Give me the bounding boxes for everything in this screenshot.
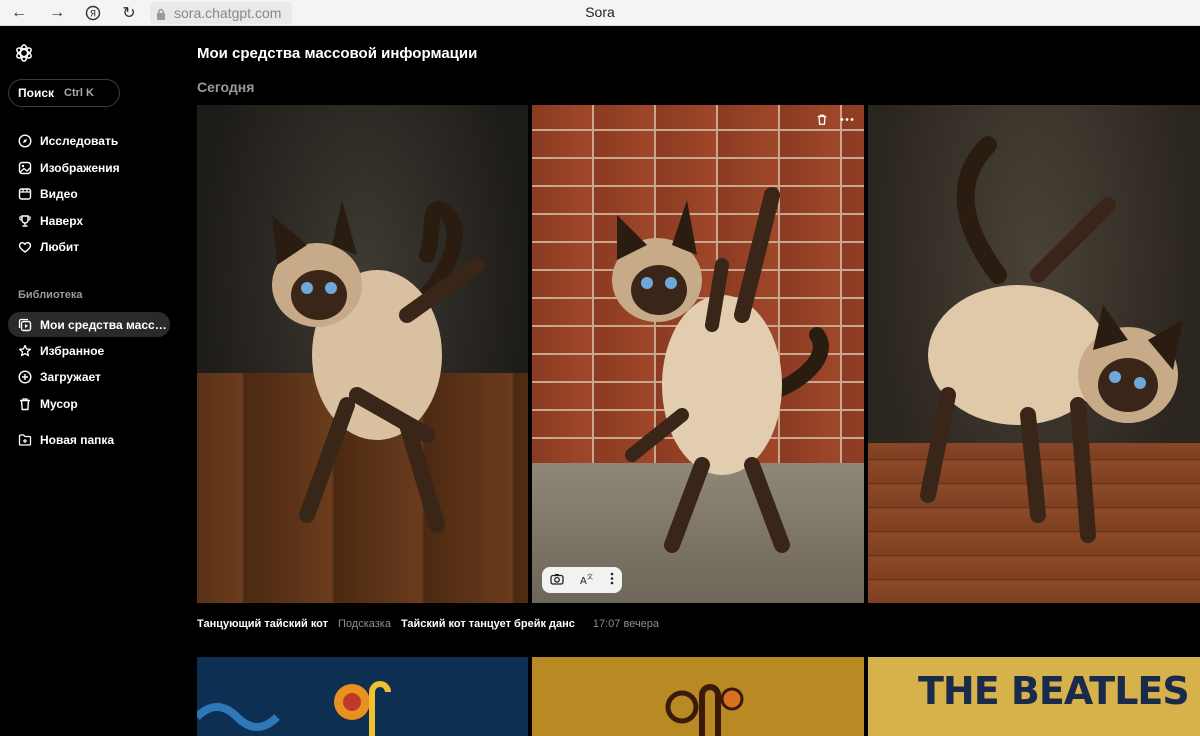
yandex-icon[interactable]: Я bbox=[83, 3, 103, 23]
media-tile-5[interactable] bbox=[532, 657, 864, 736]
nav-likes-label: Любит bbox=[40, 239, 80, 254]
nav-likes[interactable]: Любит bbox=[8, 234, 170, 259]
more-options-icon[interactable] bbox=[840, 113, 854, 129]
sidebar: Поиск Ctrl K Исследовать Изображения Вид… bbox=[0, 26, 183, 736]
library-trash[interactable]: Мусор bbox=[8, 391, 170, 416]
tile-toolbar: A文 bbox=[542, 567, 622, 593]
back-icon[interactable]: ← bbox=[9, 3, 29, 23]
library-uploads[interactable]: Загружает bbox=[8, 364, 170, 389]
media-tile-2[interactable]: A文 bbox=[532, 105, 864, 603]
prompt-text[interactable]: Тайский кот танцует брейк данс bbox=[401, 618, 575, 630]
library-my-media-label: Мои средства масс… bbox=[40, 317, 167, 332]
poster-text: THE BEATLES YELLOW bbox=[918, 669, 1200, 713]
nav-top[interactable]: Наверх bbox=[8, 208, 170, 233]
forward-icon[interactable]: → bbox=[47, 3, 67, 23]
media-tile-4[interactable] bbox=[197, 657, 528, 736]
nav-explore-label: Исследовать bbox=[40, 133, 119, 148]
heart-icon bbox=[18, 241, 32, 253]
nav-images-label: Изображения bbox=[40, 160, 120, 175]
media-tile-6[interactable]: THE BEATLES YELLOW bbox=[868, 657, 1200, 736]
new-folder-button[interactable]: Новая папка bbox=[8, 427, 170, 452]
nav-explore[interactable]: Исследовать bbox=[8, 128, 170, 153]
translate-icon[interactable]: A文 bbox=[579, 572, 595, 588]
prompt-label: Подсказка bbox=[338, 618, 391, 630]
library-favorites[interactable]: Избранное bbox=[8, 338, 170, 363]
siamese-cat-image bbox=[272, 200, 485, 533]
star-icon bbox=[18, 344, 32, 356]
tile-actions bbox=[816, 113, 854, 129]
generation-meta: Танцующий тайский кот Подсказка Тайский … bbox=[197, 618, 659, 630]
search-shortcut: Ctrl K bbox=[64, 87, 94, 99]
nav-images[interactable]: Изображения bbox=[8, 155, 170, 180]
upload-icon bbox=[18, 369, 32, 384]
psychedelic-art-image bbox=[665, 684, 744, 736]
svg-text:Я: Я bbox=[90, 10, 96, 20]
nav-video-label: Видео bbox=[40, 186, 78, 201]
svg-text:文: 文 bbox=[587, 573, 593, 581]
search-label: Поиск bbox=[18, 86, 55, 100]
openai-logo-icon[interactable] bbox=[14, 43, 34, 63]
library-favorites-label: Избранное bbox=[40, 343, 105, 358]
reload-icon[interactable]: ↻ bbox=[119, 3, 139, 23]
nav-top-label: Наверх bbox=[40, 213, 84, 228]
trash-icon bbox=[20, 397, 30, 410]
folder-plus-icon bbox=[18, 433, 32, 446]
nav-video[interactable]: Видео bbox=[8, 181, 170, 206]
generation-time: 17:07 вечера bbox=[592, 618, 660, 630]
address-url: sora.chatgpt.com bbox=[174, 5, 282, 21]
more-vertical-icon[interactable] bbox=[610, 572, 614, 588]
media-tile-1[interactable] bbox=[197, 105, 528, 603]
camera-icon[interactable] bbox=[550, 573, 564, 588]
date-group-label: Сегодня bbox=[197, 79, 255, 95]
generation-title[interactable]: Танцующий тайский кот bbox=[197, 618, 328, 630]
siamese-cat-image bbox=[920, 136, 1183, 543]
media-icon bbox=[18, 318, 32, 331]
siamese-cat-image bbox=[612, 187, 829, 553]
lock-icon bbox=[156, 7, 166, 20]
library-my-media[interactable]: Мои средства масс… bbox=[8, 312, 170, 337]
new-folder-label: Новая папка bbox=[40, 432, 115, 447]
trophy-icon bbox=[19, 214, 31, 227]
page-title: Мои средства массовой информации bbox=[197, 45, 478, 62]
psychedelic-art-image bbox=[197, 681, 391, 736]
address-bar[interactable]: sora.chatgpt.com bbox=[150, 2, 292, 24]
browser-toolbar: ← → Я ↻ sora.chatgpt.com Sora bbox=[0, 0, 1200, 26]
library-trash-label: Мусор bbox=[40, 396, 78, 411]
library-section-label: Библиотека bbox=[18, 289, 83, 301]
svg-text:A: A bbox=[580, 576, 587, 585]
image-icon bbox=[18, 161, 32, 174]
compass-icon bbox=[18, 133, 32, 148]
media-tile-3[interactable] bbox=[868, 105, 1200, 603]
video-icon bbox=[18, 187, 32, 200]
search-button[interactable]: Поиск Ctrl K bbox=[8, 79, 120, 107]
trash-icon[interactable] bbox=[816, 113, 828, 129]
library-uploads-label: Загружает bbox=[40, 369, 101, 384]
